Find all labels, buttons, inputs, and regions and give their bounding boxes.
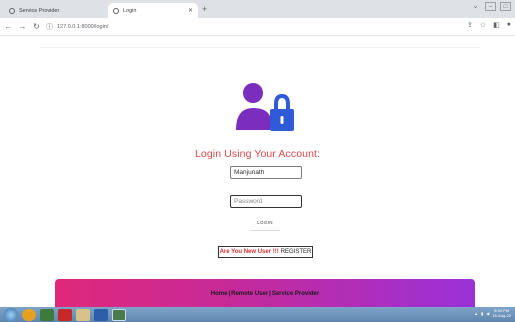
divider xyxy=(40,47,480,48)
browser-window: Service Provider ✕ Login ✕ + ⌄ – □ ← → ↻… xyxy=(0,0,515,322)
file-explorer-icon[interactable] xyxy=(76,308,90,321)
nav-remote-user-link[interactable]: Remote User xyxy=(231,291,268,297)
nav-service-provider-link[interactable]: Service Provider xyxy=(272,291,319,297)
tab-strip: Service Provider ✕ Login ✕ + ⌄ – □ xyxy=(0,0,515,18)
maximize-button[interactable]: □ xyxy=(500,2,511,11)
address-text: 127.0.0.1:8000/login/ xyxy=(57,23,109,30)
back-icon[interactable]: ← xyxy=(3,22,14,31)
monitor-app-icon[interactable] xyxy=(40,308,54,321)
tray-arrow-icon[interactable]: ▲ xyxy=(474,311,478,316)
footer-nav: Home | Remote User | Service Provider xyxy=(55,279,475,309)
tab-title: Service Provider xyxy=(19,7,60,14)
new-tab-button[interactable]: + xyxy=(202,4,207,14)
login-title: Login Using Your Account: xyxy=(194,148,321,160)
calculator-icon[interactable] xyxy=(94,308,108,321)
user-lock-icon xyxy=(236,83,294,131)
page-content: Login Using Your Account: Manjunath Pass… xyxy=(0,37,515,309)
clock[interactable]: 8:34 PM 16-Aug-22 xyxy=(492,308,511,318)
toolbar-actions: ⇪ ☆ ◧ ● xyxy=(467,21,511,29)
globe-icon xyxy=(9,7,15,14)
clock-date: 16-Aug-22 xyxy=(492,313,511,318)
tab-login[interactable]: Login ✕ xyxy=(108,3,198,18)
address-bar[interactable]: ⓘ 127.0.0.1:8000/login/ xyxy=(46,20,506,33)
window-controls: ⌄ – □ xyxy=(470,2,511,11)
forward-icon[interactable]: → xyxy=(17,22,28,31)
start-button[interactable] xyxy=(4,307,18,322)
chrome-icon[interactable] xyxy=(22,308,36,321)
taskbar: ▲ ▮ ◀ 8:34 PM 16-Aug-22 xyxy=(0,307,515,322)
tab-search-icon[interactable]: ⌄ xyxy=(470,2,481,11)
register-link[interactable]: REGISTER xyxy=(281,249,312,255)
browser-toolbar: ← → ↻ ⓘ 127.0.0.1:8000/login/ ⇪ ☆ ◧ ● xyxy=(0,18,515,36)
password-input[interactable]: Password xyxy=(230,195,302,208)
tab-title: Login xyxy=(123,7,137,14)
register-box: Are You New User !!! REGISTER xyxy=(218,246,313,258)
username-input[interactable]: Manjunath xyxy=(230,166,302,179)
reload-icon[interactable]: ↻ xyxy=(31,22,42,31)
tab-service-provider[interactable]: Service Provider ✕ xyxy=(4,3,122,18)
system-tray: ▲ ▮ ◀ 8:34 PM 16-Aug-22 xyxy=(474,308,511,318)
info-icon[interactable]: ⓘ xyxy=(46,22,53,32)
network-icon[interactable]: ▮ xyxy=(481,311,483,316)
register-prompt: Are You New User !!! xyxy=(219,249,279,255)
close-tab-icon[interactable]: ✕ xyxy=(188,7,193,14)
separator: | xyxy=(269,291,271,297)
login-button[interactable]: LOGIN xyxy=(250,220,280,225)
profile-icon[interactable]: ● xyxy=(507,21,511,29)
terminal-icon[interactable] xyxy=(112,308,126,321)
separator: | xyxy=(228,291,231,297)
minimize-button[interactable]: – xyxy=(485,2,496,11)
nav-home-link[interactable]: Home xyxy=(211,291,228,297)
globe-icon xyxy=(113,7,119,14)
side-panel-icon[interactable]: ◧ xyxy=(493,21,500,29)
bookmark-star-icon[interactable]: ☆ xyxy=(480,21,486,29)
volume-icon[interactable]: ◀ xyxy=(486,311,489,316)
divider xyxy=(250,230,280,231)
pdf-reader-icon[interactable] xyxy=(58,308,72,321)
share-icon[interactable]: ⇪ xyxy=(467,21,473,29)
